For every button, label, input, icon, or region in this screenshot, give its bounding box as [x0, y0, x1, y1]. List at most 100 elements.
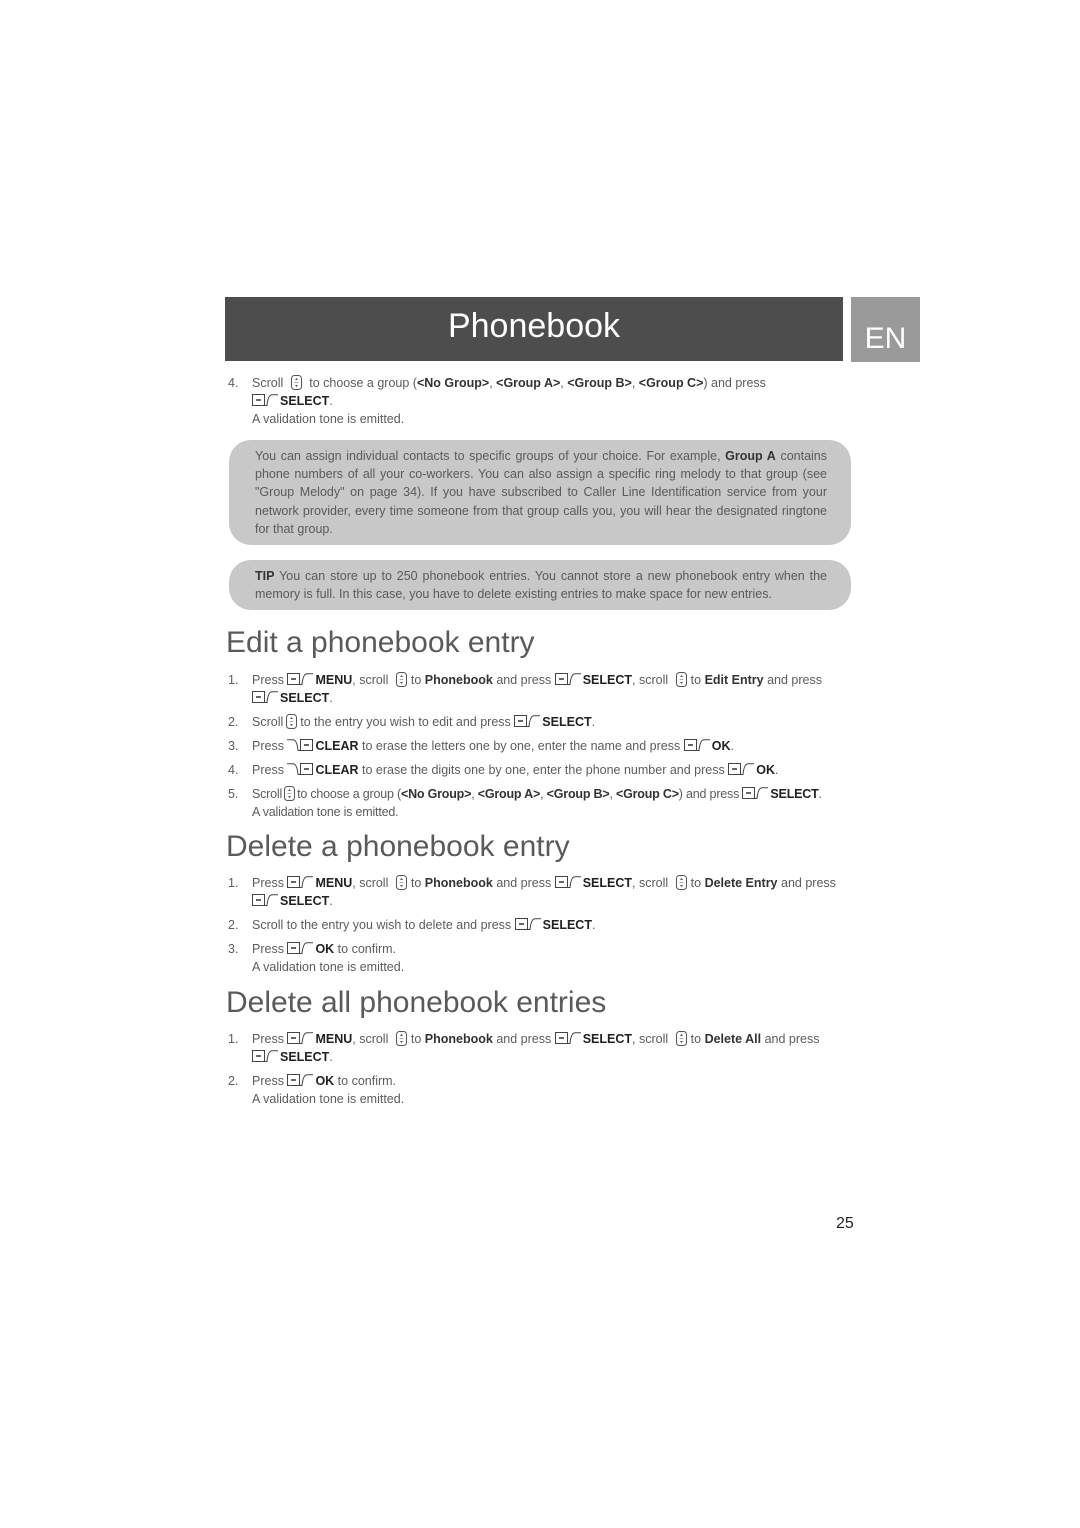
section-title-delete-all: Delete all phonebook entries: [226, 986, 607, 1019]
text-fragment: SELECT: [280, 691, 330, 705]
text-fragment: , scroll: [352, 673, 389, 687]
text-fragment: 4.: [228, 376, 239, 390]
text-fragment: Press: [252, 1074, 284, 1088]
text-fragment: <Group C>: [638, 376, 704, 390]
groups-note: You can assign individual contacts to sp…: [229, 440, 851, 546]
text-fragment: and press: [767, 673, 822, 687]
left-softkey-icon: [252, 894, 278, 906]
text-fragment: <No Group>: [400, 787, 472, 801]
text-fragment: SELECT: [280, 394, 330, 408]
text-fragment: .: [591, 918, 596, 932]
text-fragment: <Group A>: [496, 376, 561, 390]
edit-entry-steps: 1. Press MENU, scroll to Phonebook and p…: [228, 671, 854, 827]
left-softkey-icon: [684, 739, 710, 751]
group-step-list: 4. Scroll to choose a group (<No Group>,…: [228, 374, 854, 434]
chapter-header: Phonebook: [225, 297, 843, 361]
left-softkey-icon: [287, 1032, 313, 1044]
left-softkey-icon: [728, 763, 754, 775]
text-fragment: OK: [315, 942, 335, 956]
text-fragment: OK: [756, 763, 775, 777]
scroll-key-icon: [676, 672, 687, 687]
text-fragment: .: [329, 394, 333, 408]
text-fragment: .: [591, 715, 596, 729]
scroll-key-icon: [291, 375, 302, 390]
text-fragment: and press: [781, 876, 836, 890]
list-item: 4. Scroll to choose a group (<No Group>,…: [228, 374, 854, 428]
text-fragment: to: [410, 876, 422, 890]
left-softkey-icon: [252, 691, 278, 703]
text-fragment: 1.: [228, 876, 239, 890]
text-fragment: and press: [496, 1032, 552, 1046]
text-fragment: to choose a group (: [297, 787, 401, 801]
left-softkey-icon: [252, 394, 278, 406]
tip-note: TIP You can store up to 250 phonebook en…: [229, 560, 851, 611]
text-fragment: 2.: [228, 715, 239, 729]
text-fragment: Press: [252, 739, 284, 753]
text-fragment: Press: [252, 942, 284, 956]
scroll-key-icon: [286, 714, 297, 729]
scroll-key-icon: [396, 875, 407, 890]
text-fragment: .: [329, 691, 333, 705]
text-fragment: to the entry you wish to edit and press: [300, 715, 511, 729]
text-fragment: 1.: [228, 1032, 239, 1046]
text-fragment: SELECT: [582, 673, 633, 687]
text-fragment: Scroll: [252, 787, 283, 801]
language-tab: EN: [851, 297, 920, 362]
text-fragment: to: [410, 673, 422, 687]
delete-entry-steps: 1. Press MENU , scroll to Phonebook and p…: [228, 874, 854, 982]
scroll-key-icon: [676, 1031, 687, 1046]
text-fragment: Press: [252, 673, 284, 687]
list-item: 2. Scroll to the entry you wish to edit a…: [228, 713, 854, 731]
text-fragment: 1.: [228, 673, 239, 687]
text-fragment: SELECT: [770, 787, 819, 801]
left-softkey-icon: [514, 715, 540, 727]
text-fragment: Delete All: [704, 1032, 762, 1046]
step-result: A validation tone is emitted.: [252, 960, 405, 974]
delete-all-steps: 1. Press MENU, scroll to Phonebook and p…: [228, 1030, 854, 1114]
text-fragment: SELECT: [542, 918, 592, 932]
left-softkey-icon: [555, 673, 581, 685]
text-fragment: .: [329, 1050, 333, 1064]
text-fragment: .: [730, 739, 734, 753]
text-fragment: .: [329, 894, 333, 908]
text-fragment: 5.: [228, 787, 239, 801]
text-fragment: <No Group>: [416, 376, 490, 390]
text-fragment: and press: [764, 1032, 820, 1046]
text-fragment: to erase the letters one by one, enter t…: [361, 739, 681, 753]
text-fragment: 4.: [228, 763, 239, 777]
text-fragment: 3.: [228, 942, 239, 956]
text-fragment: to: [690, 876, 702, 890]
left-softkey-icon: [287, 876, 313, 888]
text-fragment: Edit Entry: [704, 673, 764, 687]
text-fragment: CLEAR: [315, 739, 359, 753]
text-fragment: Press: [252, 876, 284, 890]
text-fragment: SELECT: [582, 1032, 633, 1046]
list-item: 1. Press MENU , scroll to Phonebook and p…: [228, 874, 854, 910]
text-fragment: to choose a group (: [309, 376, 417, 390]
text-fragment: , scroll: [632, 876, 669, 890]
left-softkey-icon: [287, 1074, 313, 1086]
section-title-delete-entry: Delete a phonebook entry: [226, 830, 570, 863]
text-fragment: 2.: [228, 1074, 239, 1088]
step-result: A validation tone is emitted.: [252, 1092, 405, 1106]
left-softkey-icon: [515, 918, 541, 930]
list-item: 4. Press CLEAR to erase the digits one b…: [228, 761, 854, 779]
right-softkey-icon: [287, 763, 313, 775]
text-fragment: 2.: [228, 918, 239, 932]
scroll-key-icon: [676, 875, 687, 890]
step-result: A validation tone is emitted.: [252, 412, 405, 426]
text-fragment: SELECT: [280, 1050, 330, 1064]
text-fragment: ) and press: [703, 376, 766, 390]
text-fragment: to confirm.: [337, 942, 397, 956]
text-fragment: Phonebook: [424, 673, 493, 687]
text-fragment: <Group C>: [616, 787, 679, 801]
left-softkey-icon: [252, 1050, 278, 1062]
text-fragment: ,: [631, 376, 639, 390]
text-fragment: Scroll to the entry you wish to delete a…: [252, 918, 512, 932]
scroll-key-icon: [396, 1031, 407, 1046]
text-fragment: Press: [252, 763, 284, 777]
text-fragment: to confirm.: [337, 1074, 397, 1088]
text-fragment: MENU: [315, 876, 353, 890]
left-softkey-icon: [555, 876, 581, 888]
text-fragment: Phonebook: [424, 876, 493, 890]
